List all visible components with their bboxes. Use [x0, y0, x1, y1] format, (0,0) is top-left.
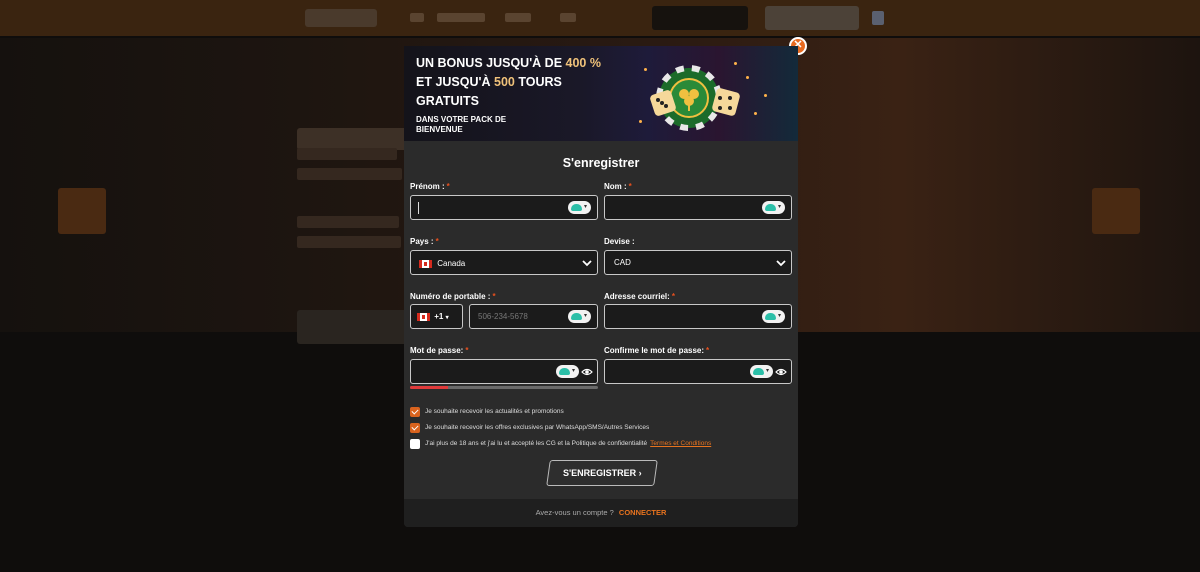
currency-label: Devise :: [604, 237, 635, 246]
sms-offers-checkbox[interactable]: [410, 422, 420, 433]
bg-login-button: [652, 6, 748, 30]
text-cursor: [418, 202, 419, 214]
first-name-field[interactable]: ▾: [410, 195, 598, 220]
first-name-label: Prénom : *: [410, 182, 450, 191]
register-modal: UN BONUS JUSQU'À DE 400 % ET JUSQU'À 500…: [404, 46, 798, 527]
autofill-extension-icon[interactable]: ▾: [762, 201, 785, 214]
casino-chip-illustration: [634, 54, 774, 136]
chevron-down-icon: [582, 260, 592, 267]
bonus-banner: UN BONUS JUSQU'À DE 400 % ET JUSQU'À 500…: [404, 46, 798, 141]
autofill-extension-icon[interactable]: ▾: [568, 310, 591, 323]
autofill-extension-icon[interactable]: ▾: [750, 365, 773, 378]
nav-item: [437, 13, 485, 22]
country-select[interactable]: Canada: [410, 250, 598, 275]
bg-hero-line: [297, 168, 402, 180]
login-footer: Avez-vous un compte ? CONNECTER: [404, 499, 798, 527]
nav-item: [505, 13, 531, 22]
confirm-password-field[interactable]: ▾: [604, 359, 792, 384]
bg-hero-line: [297, 216, 399, 228]
terms-link[interactable]: Termes et Conditions: [650, 440, 711, 447]
phone-number-field[interactable]: 506-234-5678 ▾: [469, 304, 598, 329]
autofill-extension-icon[interactable]: ▾: [568, 201, 591, 214]
canada-flag-icon: [417, 312, 430, 321]
form-title: S'enregistrer: [562, 156, 640, 170]
autofill-extension-icon[interactable]: ▾: [556, 365, 579, 378]
caret-down-icon: ▾: [445, 315, 449, 321]
confirm-password-label: Confirme le mot de passe: *: [604, 346, 710, 355]
banner-headline: UN BONUS JUSQU'À DE 400 % ET JUSQU'À 500…: [416, 56, 601, 108]
autofill-extension-icon[interactable]: ▾: [762, 310, 785, 323]
newsletter-checkbox-row[interactable]: Je souhaite recevoir les actualités et p…: [410, 406, 564, 417]
newsletter-checkbox[interactable]: [410, 406, 420, 417]
chevron-right-icon: ›: [638, 468, 642, 478]
bg-language-flag: [872, 11, 884, 25]
phone-country-code-select[interactable]: +1 ▾: [410, 304, 463, 329]
password-field[interactable]: ▾: [410, 359, 598, 384]
register-button[interactable]: S'ENREGISTRER ›: [546, 460, 658, 486]
bg-carousel-next: [1092, 188, 1140, 234]
terms-checkbox-row[interactable]: J'ai plus de 18 ans et j'ai lu et accept…: [410, 438, 711, 449]
bg-hero-line: [297, 148, 397, 160]
canada-flag-icon: [419, 259, 432, 268]
email-field[interactable]: ▾: [604, 304, 792, 329]
eye-icon[interactable]: [581, 366, 593, 378]
bg-register-button: [765, 6, 859, 30]
last-name-label: Nom : *: [604, 182, 632, 191]
site-logo: [305, 9, 377, 27]
email-label: Adresse courriel: *: [604, 292, 675, 301]
background-header: [0, 0, 1200, 36]
terms-checkbox[interactable]: [410, 438, 420, 449]
bg-hero-title: [297, 128, 407, 150]
currency-select[interactable]: CAD: [604, 250, 792, 275]
banner-subtext: DANS VOTRE PACK DE BIENVENUE: [416, 115, 507, 134]
bg-hero-line: [297, 236, 401, 248]
phone-label: Numéro de portable : *: [410, 292, 496, 301]
nav-item: [410, 13, 424, 22]
bg-hero-cta: [297, 310, 407, 344]
last-name-field[interactable]: ▾: [604, 195, 792, 220]
chevron-down-icon: [776, 260, 786, 267]
country-label: Pays : *: [410, 237, 439, 246]
login-link[interactable]: CONNECTER: [619, 508, 667, 517]
nav-item: [560, 13, 576, 22]
eye-icon[interactable]: [775, 366, 787, 378]
password-strength-bar: [410, 386, 598, 389]
sms-offers-checkbox-row[interactable]: Je souhaite recevoir les offres exclusiv…: [410, 422, 649, 433]
password-label: Mot de passe: *: [410, 346, 469, 355]
bg-carousel-prev: [58, 188, 106, 234]
